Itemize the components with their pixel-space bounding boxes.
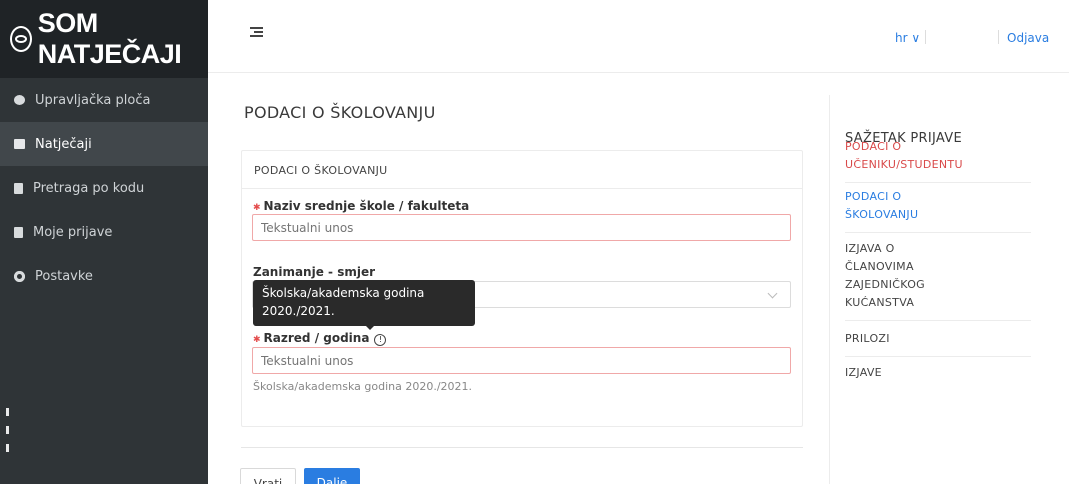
back-button[interactable]: Vrati — [240, 468, 296, 484]
summary-item-line: ČLANOVIMA — [845, 260, 914, 273]
sidebar-item-label: Pretraga po kodu — [33, 180, 145, 196]
summary-item-line: IZJAVE — [845, 366, 882, 379]
school-label-text: Naziv srednje škole / fakulteta — [263, 199, 470, 213]
grade-input[interactable] — [252, 347, 791, 374]
divider — [242, 188, 802, 189]
grade-help-text: Školska/akademska godina 2020./2021. — [253, 380, 473, 393]
divider — [925, 30, 926, 44]
sidebar-item-label: Natječaji — [35, 136, 92, 152]
tooltip-arrow — [365, 325, 375, 330]
card-header: PODACI O ŠKOLOVANJU — [254, 164, 388, 177]
sidebar-item-pretraga-po-kodu[interactable]: Pretraga po kodu — [0, 166, 208, 210]
summary-item-line: KUĆANSTVA — [845, 296, 915, 309]
summary-item-line: UČENIKU/STUDENTU — [845, 158, 963, 171]
menu-toggle-icon[interactable] — [250, 27, 263, 38]
sidebar-item-natjecaji[interactable]: Natječaji — [0, 122, 208, 166]
summary-item-skolovanje[interactable]: PODACI O ŠKOLOVANJU — [845, 188, 1031, 233]
brand-title: SOM NATJEČAJI — [37, 8, 182, 69]
required-marker: ✱ — [253, 203, 261, 213]
next-button[interactable]: Dalje — [304, 468, 360, 484]
summary-border — [829, 95, 830, 484]
page-title: PODACI O ŠKOLOVANJU — [244, 103, 436, 122]
school-input[interactable] — [252, 214, 791, 241]
folder-icon — [14, 139, 25, 149]
info-icon[interactable]: ! — [374, 334, 387, 346]
sidebar-item-upravljacka-ploca[interactable]: Upravljačka ploča — [0, 78, 208, 122]
summary-item-ucenik[interactable]: PODACI O UČENIKU/STUDENTU — [845, 138, 1031, 183]
document-icon — [14, 226, 23, 238]
pie-chart-icon — [14, 95, 25, 105]
sidebar-item-label: Upravljačka ploča — [35, 92, 151, 108]
summary-item-line: ŠKOLOVANJU — [845, 208, 919, 221]
summary-item-line: IZJAVA O — [845, 242, 895, 255]
summary-item-izjave[interactable]: IZJAVE — [845, 364, 1031, 390]
logout-link[interactable]: Odjava — [1007, 31, 1049, 45]
summary-item-izjava-clanovi[interactable]: IZJAVA O ČLANOVIMA ZAJEDNIČKOG KUĆANSTVA — [845, 240, 1031, 321]
topbar: hr ∨ Odjava — [208, 0, 1069, 73]
summary-item-line: PRILOZI — [845, 332, 890, 345]
summary-item-line: PODACI O — [845, 190, 902, 203]
language-select[interactable]: hr ∨ — [895, 31, 920, 45]
summary-item-line: ZAJEDNIČKOG — [845, 278, 925, 291]
summary-item-prilozi[interactable]: PRILOZI — [845, 330, 1031, 357]
tooltip-line: 2020./2021. — [262, 304, 335, 318]
sidebar-nav: Upravljačka ploča Natječaji Pretraga po … — [0, 78, 208, 298]
divider — [998, 30, 999, 44]
document-icon — [14, 182, 23, 194]
sidebar-item-label: Moje prijave — [33, 224, 113, 240]
occupation-label: Zanimanje - smjer — [253, 265, 376, 279]
gear-icon — [14, 270, 25, 282]
chevron-down-icon — [767, 288, 778, 299]
sidebar-item-label: Postavke — [35, 268, 93, 284]
sidebar-item-postavke[interactable]: Postavke — [0, 254, 208, 298]
brand[interactable]: SOM NATJEČAJI — [0, 0, 208, 78]
eye-logo-icon — [10, 26, 32, 52]
summary-item-line: PODACI O — [845, 140, 902, 153]
grade-label: ✱ Razred / godina! — [253, 331, 387, 346]
tooltip: Školska/akademska godina 2020./2021. — [253, 280, 475, 326]
divider — [241, 447, 803, 448]
sidebar: SOM NATJEČAJI Upravljačka ploča Natječaj… — [0, 0, 208, 484]
sidebar-edge-marks — [6, 408, 10, 462]
sidebar-item-moje-prijave[interactable]: Moje prijave — [0, 210, 208, 254]
school-label: ✱ Naziv srednje škole / fakulteta — [253, 199, 469, 213]
required-marker: ✱ — [253, 335, 261, 345]
tooltip-line: Školska/akademska godina — [262, 286, 425, 300]
grade-label-text: Razred / godina — [263, 331, 370, 345]
